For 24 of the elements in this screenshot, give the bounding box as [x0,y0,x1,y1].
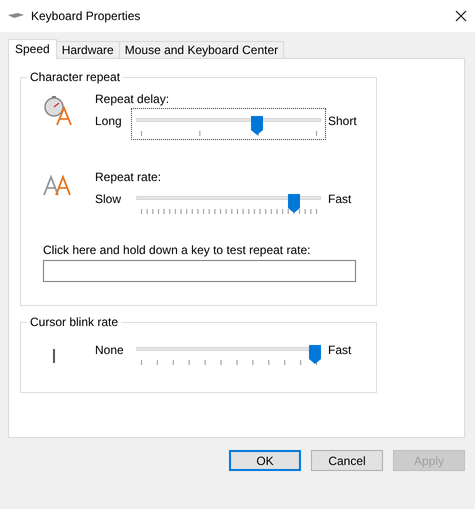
group-title: Cursor blink rate [27,315,122,329]
dialog-button[interactable]: Cancel [311,450,383,471]
keyboard-icon [8,13,24,19]
slider-min-label: Slow [95,192,122,206]
slider-thumb[interactable] [309,345,321,364]
tab[interactable]: Mouse and Keyboard Center [118,41,284,58]
close-icon[interactable] [455,10,467,22]
dialog-button[interactable]: OK [229,450,301,471]
field-label: Click here and hold down a key to test repeat rate: [43,243,312,257]
slider-label: Repeat rate: [95,170,162,184]
slider-min-label: None [95,343,125,357]
tab[interactable]: Speed [8,39,57,59]
slider-max-label: Fast [328,343,352,357]
slider-thumb[interactable] [251,116,264,135]
slider-max-label: Fast [328,192,352,206]
slider-min-label: Long [95,114,123,128]
slider[interactable] [131,108,326,140]
group-title: Character repeat [27,70,124,84]
text-cursor-icon [53,349,56,363]
test-input-field[interactable] [43,260,356,282]
slider-thumb[interactable] [288,194,300,213]
slider-label: Repeat delay: [95,92,170,106]
window-title: Keyboard Properties [31,9,142,23]
slider-max-label: Short [328,114,357,128]
